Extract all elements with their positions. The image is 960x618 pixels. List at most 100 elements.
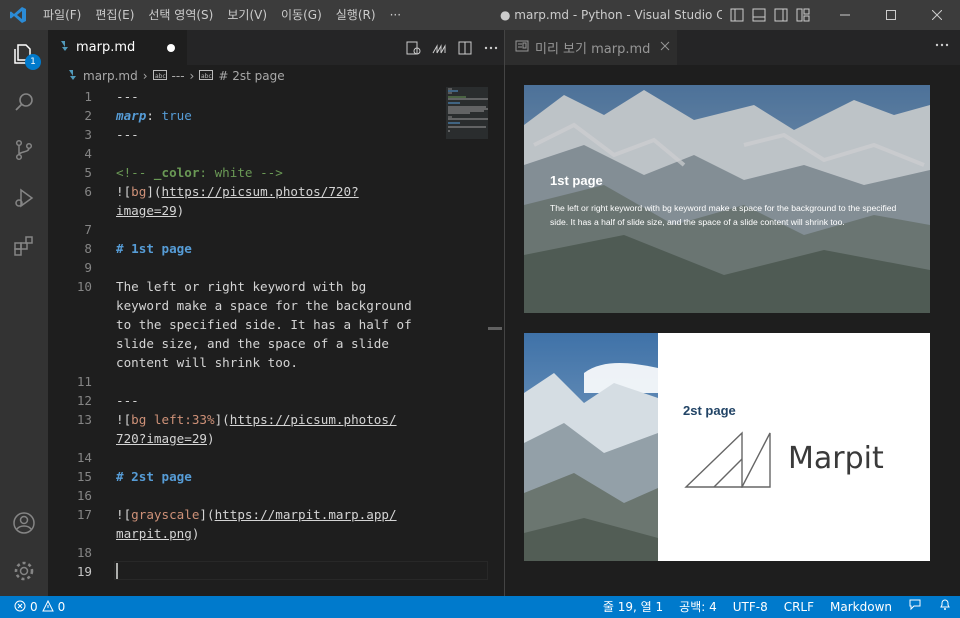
code-token: The left or right keyword with bg <box>116 279 367 294</box>
code-line-17-wrap: marpit.png) <box>116 526 199 541</box>
more-actions-icon[interactable] <box>478 30 504 65</box>
slide-1-title: 1st page <box>550 173 603 188</box>
extensions-icon[interactable] <box>0 222 48 270</box>
window-title: ● marp.md - Python - Visual Studio Code <box>500 8 722 22</box>
code-link[interactable]: image=29 <box>116 203 177 218</box>
breadcrumb-separator: › <box>142 69 148 83</box>
code-token: keyword make a space for the background <box>116 298 412 313</box>
code-token: 1st page <box>123 241 192 256</box>
code-token: --- <box>116 89 139 104</box>
code-token: content will shrink too. <box>116 355 298 370</box>
menu-go[interactable]: 이동(G) <box>274 0 329 30</box>
code-token: --- <box>116 393 139 408</box>
split-editor-icon[interactable] <box>452 30 478 65</box>
line-number: 2 <box>84 108 92 123</box>
line-number: 7 <box>84 222 92 237</box>
editor-actions <box>400 30 504 65</box>
customize-layout-icon[interactable] <box>792 0 814 30</box>
code-editor[interactable]: 1 2 3 4 5 6 7 8 9 10 11 12 13 14 15 16 1… <box>48 87 488 596</box>
slide-2-title: 2st page <box>683 403 736 418</box>
code-token: ]( <box>199 507 215 522</box>
error-count: 0 <box>30 600 38 614</box>
error-icon <box>14 600 26 615</box>
code-link[interactable]: marpit.png <box>116 526 192 541</box>
source-control-icon[interactable] <box>0 126 48 174</box>
toggle-secondary-sidebar-icon[interactable] <box>770 0 792 30</box>
feedback-icon[interactable] <box>900 596 930 618</box>
menu-view[interactable]: 보기(V) <box>220 0 274 30</box>
current-line-highlight <box>114 561 488 580</box>
encoding[interactable]: UTF-8 <box>725 596 776 618</box>
line-number: 18 <box>76 545 92 560</box>
status-right: 줄 19, 열 1 공백: 4 UTF-8 CRLF Markdown <box>595 596 960 618</box>
slide-2: 2st page Marpit <box>524 333 930 561</box>
toggle-panel-icon[interactable] <box>748 0 770 30</box>
line-number: 10 <box>76 279 92 294</box>
minimap[interactable] <box>446 87 490 167</box>
symbol-string-icon: abc <box>199 69 214 83</box>
code-line-10-wrap: to the specified side. It has a half of <box>116 317 412 332</box>
account-icon[interactable] <box>0 499 48 547</box>
svg-text:abc: abc <box>201 73 212 80</box>
notifications-bell-icon[interactable] <box>930 596 960 618</box>
explorer-icon[interactable]: 1 <box>0 30 48 78</box>
code-line-13: ![bg left:33%](https://picsum.photos/ <box>116 412 397 427</box>
more-actions-icon[interactable] <box>934 30 950 65</box>
minimize-icon[interactable] <box>822 0 868 30</box>
unsaved-dot-icon[interactable] <box>167 43 175 52</box>
line-number-current: 19 <box>76 564 92 579</box>
layout-controls <box>726 0 814 30</box>
code-line-17: ![grayscale](https://marpit.marp.app/ <box>116 507 397 522</box>
line-number: 14 <box>76 450 92 465</box>
code-token: true <box>161 108 192 123</box>
menu-file[interactable]: 파일(F) <box>36 0 88 30</box>
tab-preview-marp-md[interactable]: 미리 보기 marp.md <box>505 30 677 65</box>
indentation[interactable]: 공백: 4 <box>671 596 725 618</box>
menu-selection[interactable]: 선택 영역(S) <box>141 0 220 30</box>
line-number: 13 <box>76 412 92 427</box>
code-token: bg <box>131 184 147 199</box>
preview-tab-bar: 미리 보기 marp.md <box>505 30 960 65</box>
slide-2-background-image <box>524 333 658 561</box>
marp-command-icon[interactable] <box>426 30 452 65</box>
open-preview-icon[interactable] <box>400 30 426 65</box>
breadcrumb-file[interactable]: marp.md <box>83 69 138 83</box>
search-icon[interactable] <box>0 78 48 126</box>
editor-scrollbar[interactable] <box>488 87 502 596</box>
code-token: ![ <box>116 507 132 522</box>
markdown-file-icon <box>68 69 78 84</box>
menu-run[interactable]: 실행(R) <box>329 0 383 30</box>
line-number: 9 <box>84 260 92 275</box>
problems-indicator[interactable]: 0 0 <box>0 599 65 615</box>
code-link[interactable]: https://marpit.marp.app/ <box>215 507 397 522</box>
preview-tab-label: 미리 보기 marp.md <box>535 42 651 57</box>
marpit-logo-text: Marpit <box>788 441 884 476</box>
menu-edit[interactable]: 편집(E) <box>88 0 141 30</box>
breadcrumb-item[interactable]: # 2st page <box>218 69 284 83</box>
code-token: ) <box>207 431 215 446</box>
close-window-icon[interactable] <box>914 0 960 30</box>
code-token: # <box>116 241 124 256</box>
code-token: ]( <box>214 412 230 427</box>
maximize-icon[interactable] <box>868 0 914 30</box>
code-token: to the specified side. It has a half of <box>116 317 412 332</box>
cursor-position[interactable]: 줄 19, 열 1 <box>595 596 671 618</box>
code-line-10-wrap: slide size, and the space of a slide <box>116 336 389 351</box>
language-mode[interactable]: Markdown <box>822 596 900 618</box>
tab-marp-md[interactable]: marp.md <box>48 30 188 65</box>
settings-gear-icon[interactable] <box>0 547 48 595</box>
close-tab-icon[interactable] <box>660 40 670 55</box>
code-link[interactable]: 720?image=29 <box>116 431 207 446</box>
toggle-sidebar-icon[interactable] <box>726 0 748 30</box>
line-number: 4 <box>84 146 92 161</box>
breadcrumb-item[interactable]: --- <box>172 69 185 83</box>
end-of-line[interactable]: CRLF <box>776 596 822 618</box>
code-link[interactable]: https://picsum.photos/720? <box>162 184 359 199</box>
menu-more[interactable]: ··· <box>383 0 408 30</box>
run-debug-icon[interactable] <box>0 174 48 222</box>
line-number: 16 <box>76 488 92 503</box>
code-link[interactable]: https://picsum.photos/ <box>230 412 397 427</box>
breadcrumb-separator: › <box>189 69 195 83</box>
symbol-string-icon: abc <box>152 69 167 83</box>
code-token: ) <box>191 526 200 541</box>
